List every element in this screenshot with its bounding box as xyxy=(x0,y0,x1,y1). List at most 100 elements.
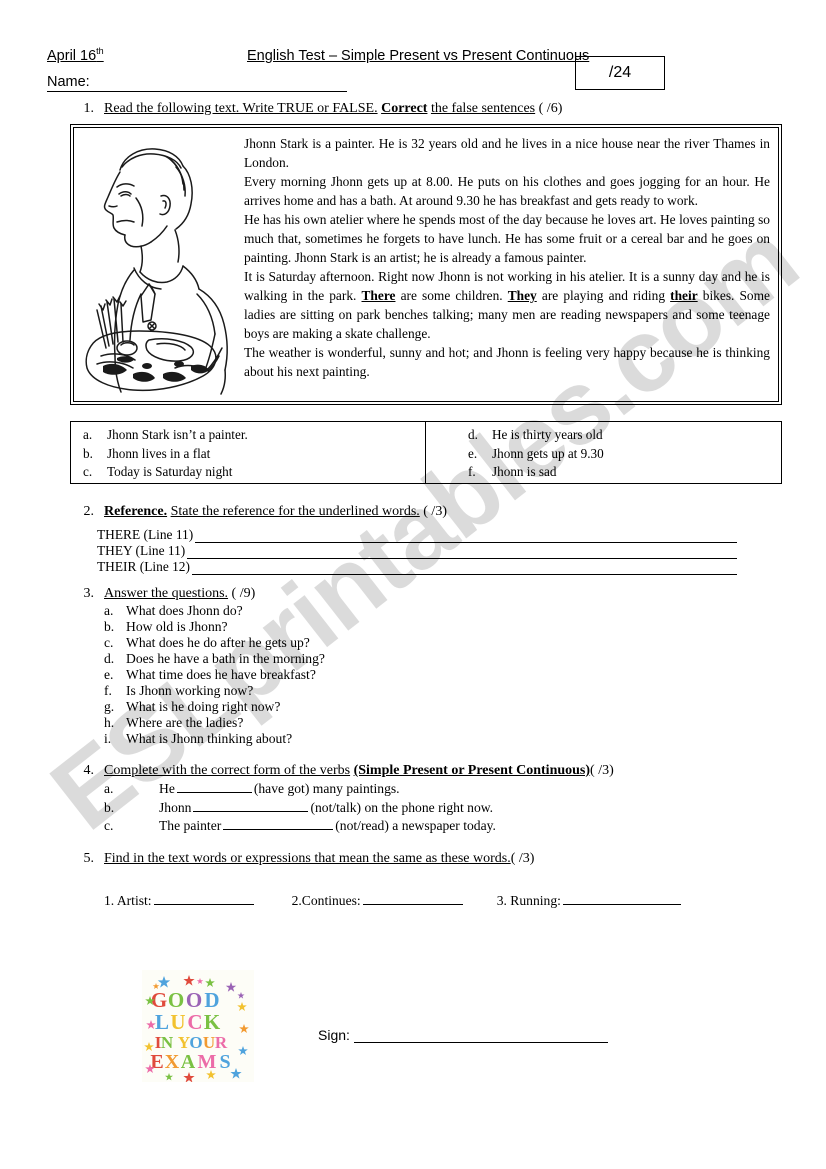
goodluck-letter: O xyxy=(186,988,202,1012)
reference-write-rule[interactable] xyxy=(191,562,737,575)
tf-text: He is thirty years old xyxy=(492,427,603,442)
score-box[interactable]: /24 xyxy=(575,56,665,90)
vocab-blank-input[interactable] xyxy=(153,893,254,905)
task-2-rest: State the reference for the underlined w… xyxy=(170,504,420,519)
list-item[interactable]: b. How old is Jhonn? xyxy=(104,619,325,635)
list-item[interactable]: f. Is Jhonn working now? xyxy=(104,683,325,699)
task-4-bold-part: (Simple Present or Present Continuous) xyxy=(353,763,591,778)
question-text: What time does he have breakfast? xyxy=(126,667,316,682)
question-text: What does he do after he gets up? xyxy=(126,635,310,650)
list-item[interactable]: a. Jhonn Stark isn’t a painter. xyxy=(83,426,425,445)
goodluck-letter: Y xyxy=(178,1033,190,1052)
goodluck-letter: U xyxy=(170,1010,185,1034)
task-4-number: 4. xyxy=(83,763,95,778)
tf-letter: d. xyxy=(468,427,478,442)
tf-letter: c. xyxy=(83,464,93,480)
name-label: Name: xyxy=(47,74,90,90)
tf-letter: f. xyxy=(468,464,476,480)
list-item[interactable]: h. Where are the ladies? xyxy=(104,715,325,731)
vocab-blank-input[interactable] xyxy=(362,893,463,905)
vocab-label: 2.Continues: xyxy=(291,893,361,908)
verb-after: (not/talk) on the phone right now. xyxy=(310,799,494,815)
list-item[interactable]: b. Jhonn lives in a flat xyxy=(83,445,425,464)
list-item[interactable]: f. Jhonn is sad xyxy=(468,463,781,482)
goodluck-letter: R xyxy=(215,1033,228,1052)
task-5-points: ( /3) xyxy=(510,851,535,866)
task-2-points: ( /3) xyxy=(423,504,447,519)
verb-blank-input[interactable] xyxy=(176,781,252,793)
painter-illustration xyxy=(74,128,242,401)
goodluck-letter: M xyxy=(198,1051,217,1073)
task-3-text: Answer the questions. ( /9) xyxy=(104,586,255,601)
list-item[interactable]: c. The painter (not/read) a newspaper to… xyxy=(104,818,496,837)
reference-write-rule[interactable] xyxy=(187,546,737,559)
true-false-box: a. Jhonn Stark isn’t a painter. b. Jhonn l… xyxy=(70,421,782,484)
p4-mid1: are some children. xyxy=(395,288,508,304)
date-superscript: th xyxy=(96,46,104,56)
task-1-points: ( /6) xyxy=(538,101,563,116)
sign-label: Sign: xyxy=(318,1027,350,1043)
underlined-word-there: There xyxy=(361,288,396,304)
verb-blank-input[interactable] xyxy=(223,818,334,830)
task-2-bold-lead: Reference. xyxy=(104,504,168,519)
vocab-blank-input[interactable] xyxy=(562,893,681,905)
true-false-column-left: a. Jhonn Stark isn’t a painter. b. Jhonn l… xyxy=(71,422,426,483)
worksheet-page: ESLprintables.com April 16th English Tes… xyxy=(0,0,826,1169)
list-item[interactable]: b. Jhonn (not/talk) on the phone right n… xyxy=(104,800,496,819)
list-item[interactable]: d. He is thirty years old xyxy=(468,426,781,445)
question-letter: f. xyxy=(104,683,112,698)
goodluck-letter: X xyxy=(165,1051,180,1073)
reading-paragraph-3: He has his own atelier where he spends m… xyxy=(244,212,770,266)
goodluck-letter: N xyxy=(161,1033,174,1052)
reference-write-rule[interactable] xyxy=(195,530,737,543)
goodluck-letter: U xyxy=(203,1033,215,1052)
task-3-number: 3. xyxy=(83,586,95,601)
signature-rule[interactable] xyxy=(353,1029,608,1043)
vocab-item[interactable]: 2.Continues: xyxy=(292,893,465,909)
task-2-heading: 2. Reference. State the reference for th… xyxy=(70,504,770,520)
verb-before: Jhonn xyxy=(159,799,192,815)
list-item[interactable]: a. He (have got) many paintings. xyxy=(104,781,496,800)
list-item[interactable]: i. What is Jhonn thinking about? xyxy=(104,731,325,747)
reference-line[interactable]: THEY (Line 11) xyxy=(97,543,737,559)
list-item[interactable]: d. Does he have a bath in the morning? xyxy=(104,651,325,667)
list-item[interactable]: a. What does Jhonn do? xyxy=(104,603,325,619)
question-letter: g. xyxy=(104,699,115,714)
task-1-bold: Correct xyxy=(381,101,428,116)
task-5-text: Find in the text words or expressions th… xyxy=(104,851,534,866)
question-letter: d. xyxy=(104,651,115,666)
p4-mid2: are playing and riding xyxy=(536,288,671,304)
signature-field[interactable]: Sign: xyxy=(318,1027,608,1043)
reference-label: THERE (Line 11) xyxy=(97,527,194,542)
task-5-number: 5. xyxy=(83,851,95,866)
goodluck-letter: O xyxy=(189,1033,202,1052)
reference-line[interactable]: THEIR (Line 12) xyxy=(97,559,737,575)
underlined-word-they: They xyxy=(507,288,537,304)
vocab-item[interactable]: 3. Running: xyxy=(497,893,683,909)
vocabulary-row: 1. Artist: 2.Continues: 3. Running: xyxy=(104,893,784,909)
task-4-heading: 4. Complete with the correct form of the… xyxy=(70,763,790,779)
list-item[interactable]: e. Jhonn gets up at 9.30 xyxy=(468,445,781,464)
vocab-item[interactable]: 1. Artist: xyxy=(104,893,256,909)
question-letter: h. xyxy=(104,715,115,730)
task-1-heading: 1. Read the following text. Write TRUE o… xyxy=(70,101,770,117)
verb-letter: c. xyxy=(104,818,114,833)
list-item[interactable]: c. Today is Saturday night xyxy=(83,463,425,482)
goodluck-letter: A xyxy=(181,1051,196,1073)
list-item[interactable]: e. What time does he have breakfast? xyxy=(104,667,325,683)
list-item[interactable]: c. What does he do after he gets up? xyxy=(104,635,325,651)
reading-paragraph-2: Every morning Jhonn gets up at 8.00. He … xyxy=(244,174,770,209)
verb-blank-input[interactable] xyxy=(193,800,309,812)
reference-line[interactable]: THERE (Line 11) xyxy=(97,527,737,543)
name-field[interactable]: Name: xyxy=(47,74,347,92)
goodluck-letter: C xyxy=(187,1010,202,1034)
task-4-text: Complete with the correct form of the ve… xyxy=(104,763,614,778)
tf-text: Jhonn lives in a flat xyxy=(107,445,211,461)
task-1-number: 1. xyxy=(83,101,95,116)
good-luck-image: G O O D L U C K I N Y O U R E X A M S xyxy=(142,970,254,1082)
question-letter: e. xyxy=(104,667,114,682)
list-item[interactable]: g. What is he doing right now? xyxy=(104,699,325,715)
header: April 16th English Test – Simple Present… xyxy=(47,46,777,92)
reading-passage-text: Jhonn Stark is a painter. He is 32 years… xyxy=(242,128,778,381)
tf-letter: a. xyxy=(83,427,93,442)
